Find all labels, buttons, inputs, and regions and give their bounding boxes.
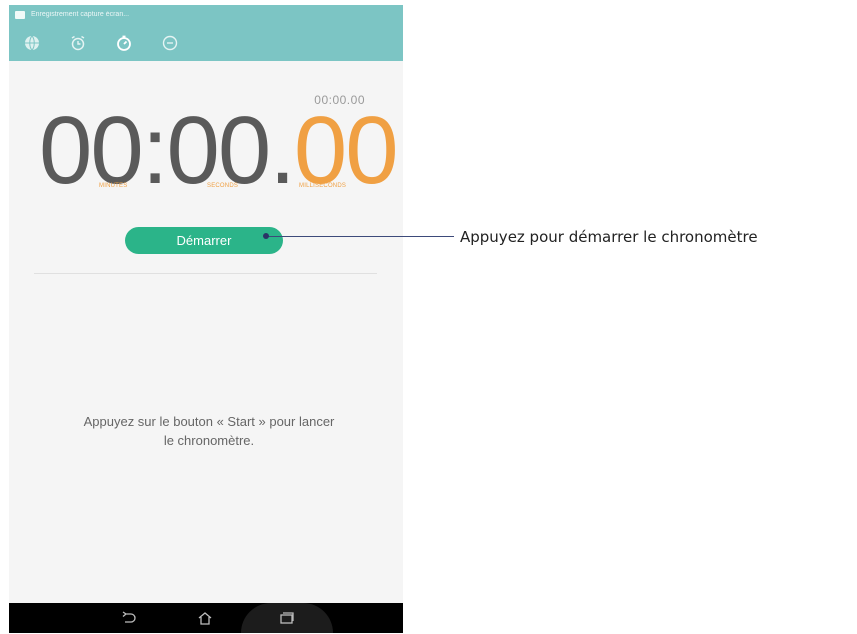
minutes-label: MINUTES xyxy=(99,183,128,189)
home-icon xyxy=(198,612,212,625)
notification-icon xyxy=(15,10,25,19)
stopwatch-main-digits: 00:00. xyxy=(39,97,296,204)
tab-bar xyxy=(9,24,403,61)
hint-line-1: Appuyez sur le bouton « Start » pour lan… xyxy=(83,414,335,429)
start-button[interactable]: Démarrer xyxy=(125,227,283,254)
navigation-bar xyxy=(9,603,403,633)
alarm-clock-icon xyxy=(71,35,85,50)
tab-world-clock[interactable] xyxy=(9,24,55,61)
hint-text: Appuyez sur le bouton « Start » pour lan… xyxy=(39,412,379,450)
callout-dot xyxy=(263,233,269,239)
status-text: Enregistrement capture écran... xyxy=(31,11,130,18)
tab-timer[interactable] xyxy=(147,24,193,61)
callout-text: Appuyez pour démarrer le chronomètre xyxy=(460,228,758,246)
globe-icon xyxy=(25,35,39,50)
seconds-label: SECONDS xyxy=(207,183,239,189)
back-icon xyxy=(122,611,136,623)
milliseconds-label: MILLISECONDS xyxy=(299,183,347,189)
home-button[interactable] xyxy=(181,605,229,631)
phone-screen: Enregistrement capture écran... 00:00.00… xyxy=(9,5,403,633)
stopwatch-icon xyxy=(117,35,131,51)
timer-icon xyxy=(162,35,178,50)
tab-stopwatch[interactable] xyxy=(101,24,147,61)
back-button[interactable] xyxy=(105,605,153,631)
divider xyxy=(34,273,377,274)
status-bar: Enregistrement capture écran... xyxy=(9,5,403,24)
hint-line-2: le chronomètre. xyxy=(163,433,255,448)
callout-line xyxy=(266,236,454,237)
tab-alarm[interactable] xyxy=(55,24,101,61)
recents-icon xyxy=(280,612,294,624)
recents-button[interactable] xyxy=(263,605,311,631)
